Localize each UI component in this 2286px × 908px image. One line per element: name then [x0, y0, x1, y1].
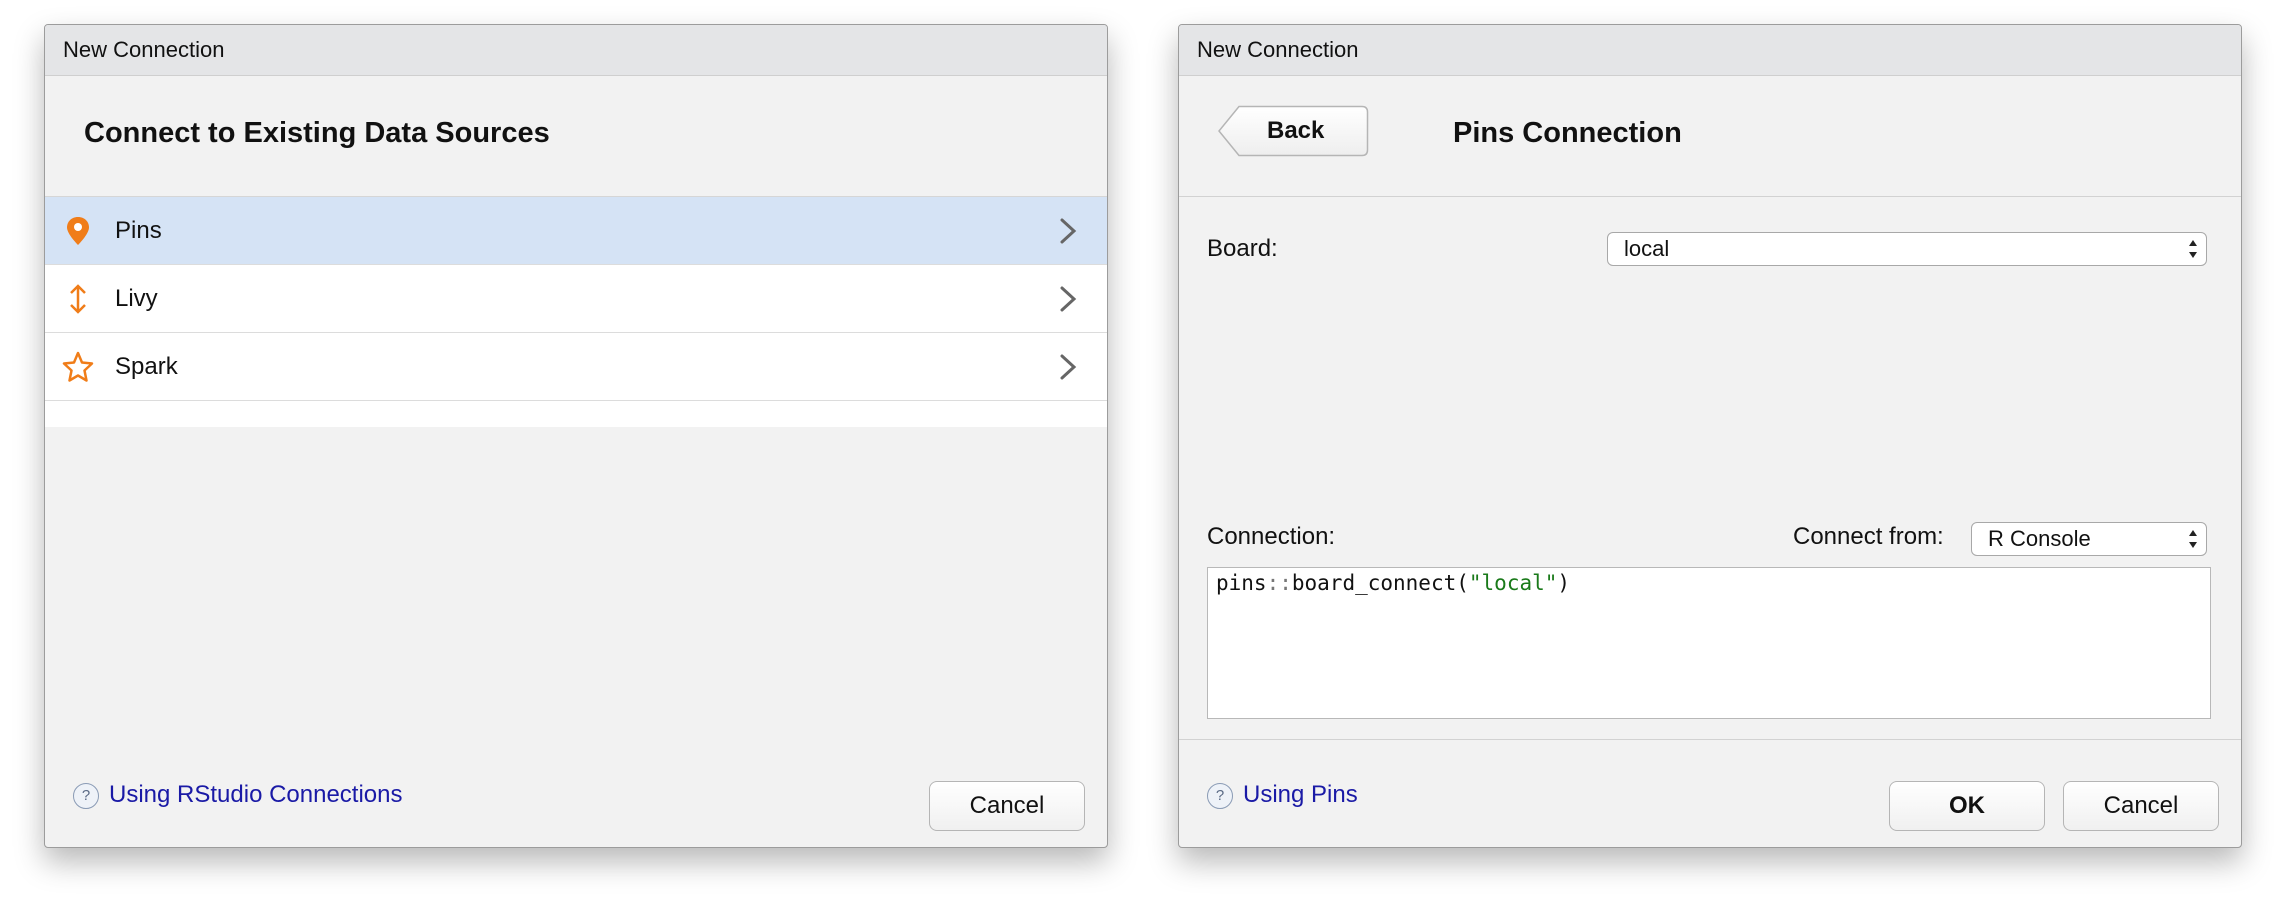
help-link-rstudio-connections[interactable]: ? Using RStudio Connections — [73, 781, 403, 809]
cancel-button[interactable]: Cancel — [929, 781, 1085, 831]
header-divider — [1179, 196, 2241, 197]
star-icon — [62, 351, 94, 382]
new-connection-dialog: New Connection Connect to Existing Data … — [44, 24, 1108, 848]
dialog-title: New Connection — [1179, 25, 2241, 76]
list-item-label: Pins — [115, 217, 162, 244]
help-icon: ? — [1207, 782, 1233, 809]
code-close-paren: ) — [1557, 571, 1571, 595]
connection-label: Connection: — [1207, 523, 1336, 550]
code-function: board_connect( — [1291, 571, 1469, 595]
list-item-label: Livy — [115, 285, 158, 312]
help-icon: ? — [73, 782, 99, 809]
pin-icon — [67, 217, 89, 245]
dialog-heading: Pins Connection — [1453, 117, 1682, 149]
help-link-using-pins[interactable]: ? Using Pins — [1207, 781, 1358, 809]
code-package: pins — [1216, 571, 1267, 595]
board-select[interactable]: local — [1607, 232, 2207, 266]
chevron-right-icon — [1060, 286, 1077, 312]
chevron-right-icon — [1060, 218, 1077, 244]
connect-from-label: Connect from: — [1793, 523, 1944, 550]
ok-button[interactable]: OK — [1889, 781, 2045, 831]
list-item-label: Spark — [115, 353, 178, 380]
board-select-value: local — [1624, 236, 1670, 261]
select-arrows-icon — [2189, 240, 2197, 258]
back-button-label: Back — [1267, 117, 1325, 144]
connect-from-select[interactable]: R Console — [1971, 522, 2207, 556]
list-item-pins[interactable]: Pins — [45, 197, 1107, 265]
help-link-label: Using RStudio Connections — [109, 781, 403, 808]
help-link-label: Using Pins — [1243, 781, 1358, 808]
chevron-right-icon — [1060, 354, 1077, 380]
cancel-button[interactable]: Cancel — [2063, 781, 2219, 831]
updown-arrow-icon — [70, 284, 86, 314]
connection-code-editor[interactable]: pins::board_connect("local") — [1207, 567, 2211, 719]
back-button[interactable]: Back — [1217, 105, 1369, 157]
code-string-arg: "local" — [1468, 571, 1558, 595]
dialog-title: New Connection — [45, 25, 1107, 76]
footer-divider — [1179, 739, 2241, 740]
list-item-spark[interactable]: Spark — [45, 333, 1107, 401]
connect-from-select-value: R Console — [1988, 526, 2091, 551]
board-label: Board: — [1207, 235, 1278, 262]
data-source-list: Pins Livy Spark — [45, 196, 1107, 427]
dialog-heading: Connect to Existing Data Sources — [84, 117, 550, 149]
list-item-livy[interactable]: Livy — [45, 265, 1107, 333]
code-namespace-sep: :: — [1266, 571, 1292, 595]
select-arrows-icon — [2189, 530, 2197, 548]
pins-connection-dialog: New Connection Back Pins Connection Boar… — [1178, 24, 2242, 848]
